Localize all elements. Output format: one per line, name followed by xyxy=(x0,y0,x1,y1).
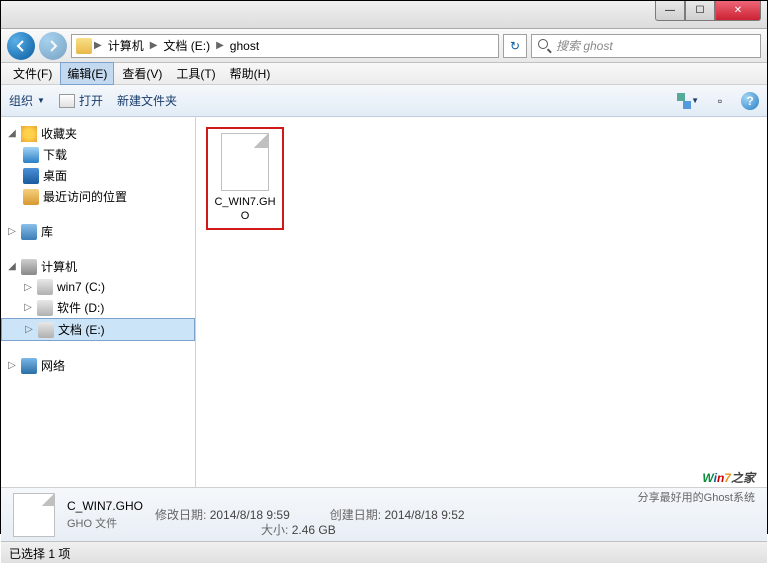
chevron-down-icon: ▼ xyxy=(691,96,699,105)
details-created-label: 创建日期: xyxy=(330,508,381,522)
document-icon xyxy=(59,94,75,108)
navigation-bar: ▶ 计算机 ▶ 文档 (E:) ▶ ghost ↻ 搜索 ghost xyxy=(1,29,767,63)
details-filetype: GHO 文件 xyxy=(67,515,143,531)
tree-drive-e[interactable]: ▷ 文档 (E:) xyxy=(1,318,195,341)
chevron-right-icon[interactable]: ▶ xyxy=(150,40,158,51)
tree-label: 计算机 xyxy=(41,258,77,275)
menu-view[interactable]: 查看(V) xyxy=(116,63,168,84)
tree-drive-c[interactable]: ▷ win7 (C:) xyxy=(1,277,195,297)
toolbar: 组织 ▼ 打开 新建文件夹 ▼ ▫ ? xyxy=(1,85,767,117)
file-name: C_WIN7.GHO xyxy=(212,195,278,224)
desktop-icon xyxy=(23,168,39,184)
open-button[interactable]: 打开 xyxy=(59,92,103,109)
search-input[interactable]: 搜索 ghost xyxy=(531,34,761,58)
tree-label: 收藏夹 xyxy=(41,125,77,142)
details-pane: C_WIN7.GHO GHO 文件 修改日期: 2014/8/18 9:59 创… xyxy=(1,487,767,541)
new-folder-button[interactable]: 新建文件夹 xyxy=(117,92,177,109)
drive-icon xyxy=(37,279,53,295)
refresh-button[interactable]: ↻ xyxy=(503,34,527,58)
tree-label: 最近访问的位置 xyxy=(43,188,127,205)
downloads-icon xyxy=(23,147,39,163)
drive-icon xyxy=(37,300,53,316)
preview-pane-button[interactable]: ▫ xyxy=(709,92,731,110)
view-options-button[interactable]: ▼ xyxy=(677,92,699,110)
tree-computer[interactable]: ◢ 计算机 xyxy=(1,256,195,277)
status-bar: 已选择 1 项 xyxy=(1,541,767,563)
file-item[interactable]: C_WIN7.GHO xyxy=(206,127,284,230)
minimize-button[interactable]: — xyxy=(655,1,685,21)
maximize-button[interactable]: ☐ xyxy=(685,1,715,21)
computer-icon xyxy=(21,259,37,275)
navigation-pane: ◢ 收藏夹 下载 桌面 最近访问的位置 ▷ 库 ◢ 计算机 ▷ win7 (C:)… xyxy=(1,117,196,487)
tree-favorites[interactable]: ◢ 收藏夹 xyxy=(1,123,195,144)
tree-label: win7 (C:) xyxy=(57,280,105,294)
menu-help[interactable]: 帮助(H) xyxy=(224,63,277,84)
details-size-value: 2.46 GB xyxy=(292,523,336,537)
tree-desktop[interactable]: 桌面 xyxy=(1,165,195,186)
menu-file[interactable]: 文件(F) xyxy=(7,63,58,84)
menu-edit[interactable]: 编辑(E) xyxy=(60,62,114,85)
tree-drive-d[interactable]: ▷ 软件 (D:) xyxy=(1,297,195,318)
expand-icon[interactable]: ▷ xyxy=(7,226,17,237)
organize-button[interactable]: 组织 ▼ xyxy=(9,92,45,109)
details-size-label: 大小: xyxy=(261,523,288,537)
details-modified-value: 2014/8/18 9:59 xyxy=(210,508,290,522)
drive-icon xyxy=(38,322,54,338)
expand-icon[interactable]: ▷ xyxy=(7,360,17,371)
tree-label: 软件 (D:) xyxy=(57,299,104,316)
collapse-icon[interactable]: ◢ xyxy=(7,128,17,139)
menu-bar: 文件(F) 编辑(E) 查看(V) 工具(T) 帮助(H) xyxy=(1,63,767,85)
back-button[interactable] xyxy=(7,32,35,60)
tree-libraries[interactable]: ▷ 库 xyxy=(1,221,195,242)
expand-icon[interactable]: ▷ xyxy=(24,324,34,335)
address-bar[interactable]: ▶ 计算机 ▶ 文档 (E:) ▶ ghost xyxy=(71,34,499,58)
chevron-down-icon: ▼ xyxy=(37,96,45,105)
tree-label: 桌面 xyxy=(43,167,67,184)
tree-downloads[interactable]: 下载 xyxy=(1,144,195,165)
menu-tools[interactable]: 工具(T) xyxy=(170,63,221,84)
tree-network[interactable]: ▷ 网络 xyxy=(1,355,195,376)
close-button[interactable]: ✕ xyxy=(715,1,761,21)
breadcrumb-item[interactable]: 计算机 xyxy=(104,35,148,56)
help-button[interactable]: ? xyxy=(741,92,759,110)
breadcrumb-item[interactable]: 文档 (E:) xyxy=(159,35,214,56)
library-icon xyxy=(21,224,37,240)
tree-label: 网络 xyxy=(41,357,65,374)
view-icon xyxy=(677,93,691,109)
search-placeholder: 搜索 ghost xyxy=(556,37,613,54)
details-modified-label: 修改日期: xyxy=(155,508,206,522)
recent-icon xyxy=(23,189,39,205)
tree-label: 下载 xyxy=(43,146,67,163)
chevron-right-icon[interactable]: ▶ xyxy=(94,40,102,51)
expand-icon[interactable]: ▷ xyxy=(23,302,33,313)
expand-icon[interactable]: ▷ xyxy=(23,282,33,293)
tree-recent[interactable]: 最近访问的位置 xyxy=(1,186,195,207)
folder-icon xyxy=(76,38,92,54)
file-list[interactable]: C_WIN7.GHO xyxy=(196,117,767,487)
collapse-icon[interactable]: ◢ xyxy=(7,261,17,272)
forward-button[interactable] xyxy=(39,32,67,60)
details-created-value: 2014/8/18 9:52 xyxy=(384,508,464,522)
file-icon xyxy=(221,133,269,191)
status-text: 已选择 1 项 xyxy=(9,547,70,561)
tree-label: 库 xyxy=(41,223,53,240)
search-icon xyxy=(538,39,552,53)
tree-label: 文档 (E:) xyxy=(58,321,105,338)
window-titlebar: — ☐ ✕ xyxy=(1,1,767,29)
file-icon xyxy=(13,493,55,537)
details-filename: C_WIN7.GHO xyxy=(67,499,143,513)
breadcrumb-item[interactable]: ghost xyxy=(226,37,263,55)
chevron-right-icon[interactable]: ▶ xyxy=(216,40,224,51)
star-icon xyxy=(21,126,37,142)
network-icon xyxy=(21,358,37,374)
